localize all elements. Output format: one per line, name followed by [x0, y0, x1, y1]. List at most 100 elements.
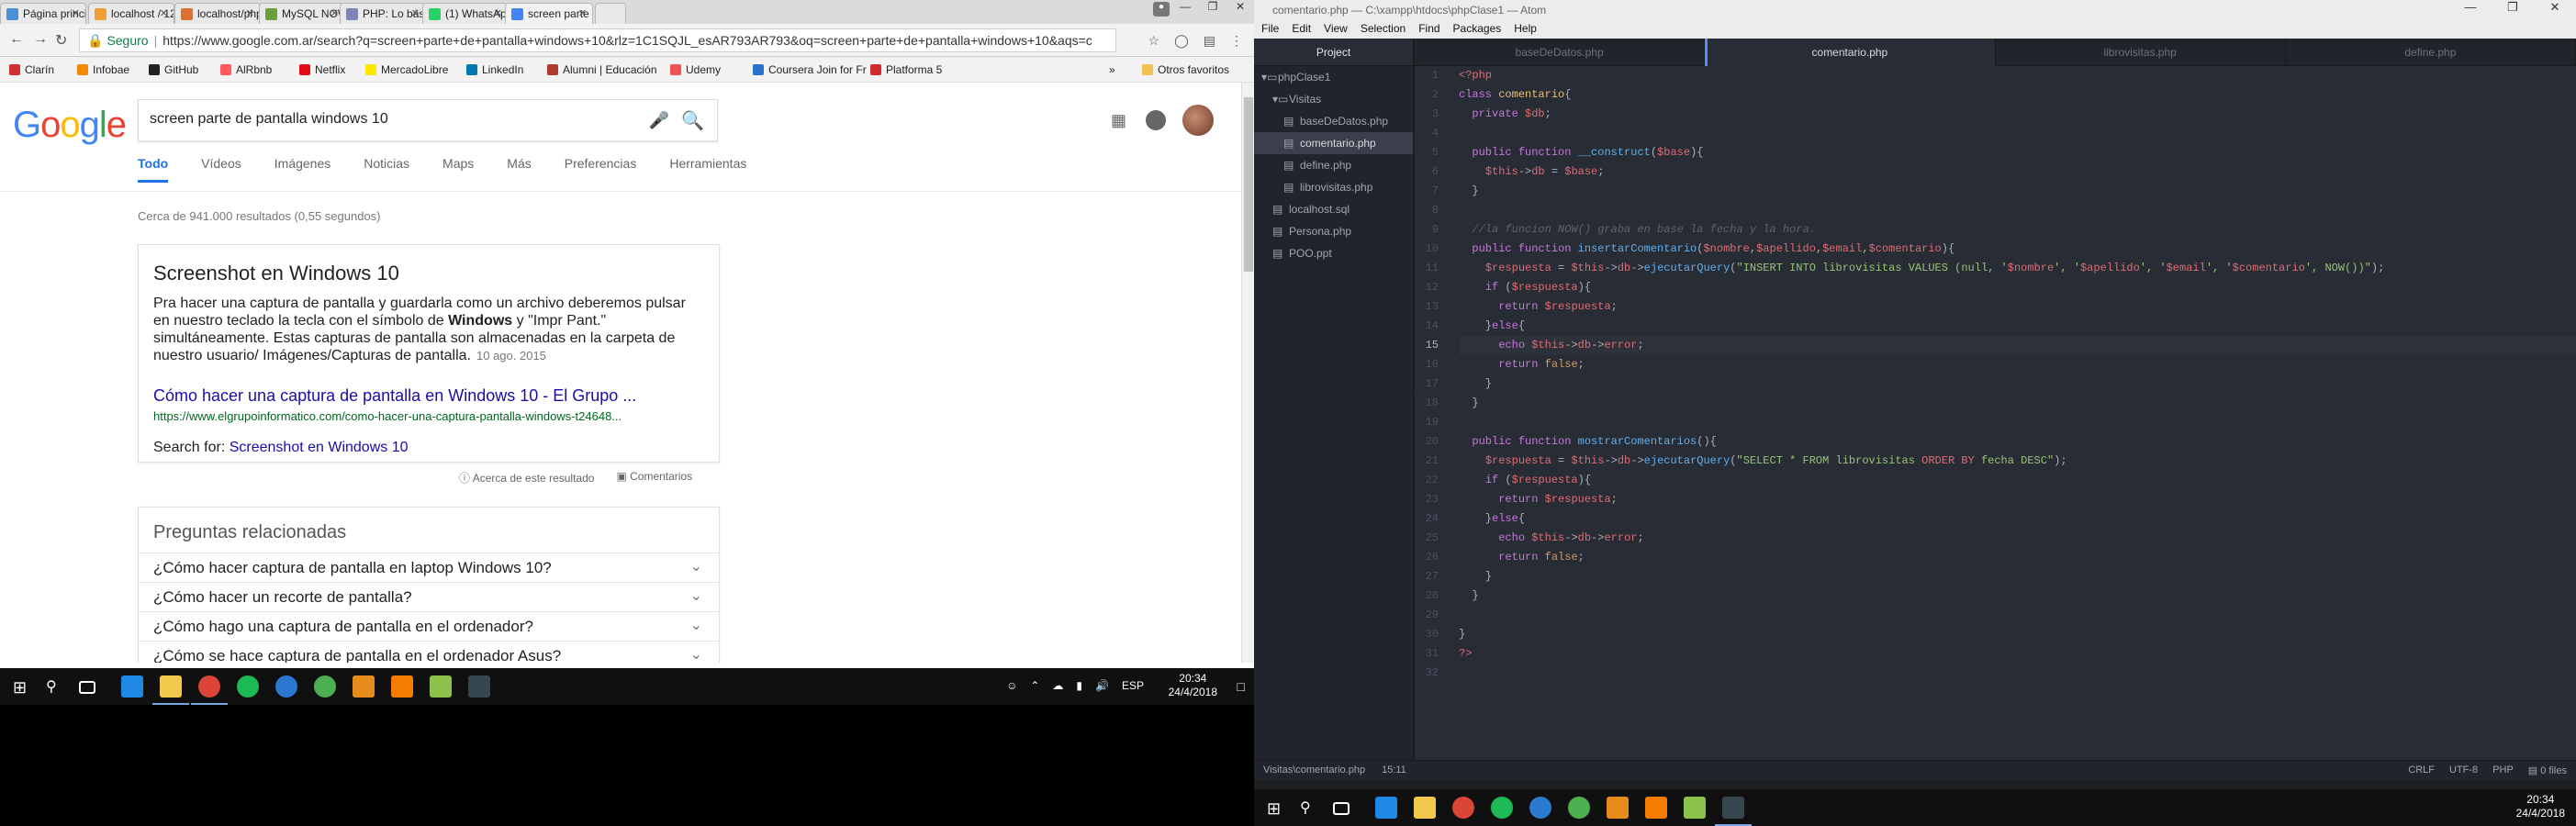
- editor-tab[interactable]: baseDeDatos.php: [1415, 39, 1706, 66]
- search-tab[interactable]: Preferencias: [565, 156, 637, 183]
- maximize-button[interactable]: ❐: [2492, 0, 2534, 15]
- minimize-button[interactable]: —: [2449, 0, 2492, 15]
- bookmark[interactable]: Alumni | Educación: [547, 63, 657, 76]
- explorer-icon[interactable]: [160, 675, 182, 698]
- chrome-icon[interactable]: [1452, 797, 1474, 819]
- tree-folder[interactable]: ▾▭phpClase1: [1254, 66, 1413, 88]
- clock[interactable]: 20:34 24/4/2018: [2516, 793, 2565, 820]
- extension-icon[interactable]: ◯: [1174, 33, 1189, 49]
- extension-icon-2[interactable]: ▤: [1204, 33, 1215, 49]
- edge-icon[interactable]: [121, 675, 143, 698]
- tree-file[interactable]: ▤ baseDeDatos.php: [1254, 110, 1413, 132]
- atom-taskbar-icon[interactable]: [468, 675, 490, 698]
- search-tab[interactable]: Herramientas: [669, 156, 746, 183]
- search-tab[interactable]: Todo: [138, 156, 169, 183]
- tree-header[interactable]: Project: [1254, 39, 1413, 66]
- menu-item[interactable]: View: [1324, 22, 1348, 37]
- related-question[interactable]: ¿Cómo hacer un recorte de pantalla? ⌄: [139, 582, 719, 611]
- app-icon[interactable]: [1568, 797, 1590, 819]
- git-icon[interactable]: [1684, 797, 1706, 819]
- close-button[interactable]: ✕: [1226, 0, 1254, 18]
- spotify-icon[interactable]: [1491, 797, 1513, 819]
- new-tab-button[interactable]: [595, 3, 626, 24]
- battery-icon[interactable]: ▮: [1076, 679, 1082, 692]
- related-question[interactable]: ¿Cómo hacer captura de pantalla en lapto…: [139, 553, 719, 582]
- language-indicator[interactable]: ESP: [1122, 679, 1144, 692]
- close-tab-icon[interactable]: ✕: [246, 7, 254, 19]
- star-icon[interactable]: ☆: [1148, 33, 1160, 49]
- menu-item[interactable]: File: [1261, 22, 1279, 37]
- address-bar[interactable]: 🔒 Seguro | https://www.google.com.ar/search…: [79, 28, 1116, 52]
- tree-file[interactable]: ▤ librovisitas.php: [1254, 176, 1413, 198]
- close-tab-icon[interactable]: ✕: [578, 7, 587, 19]
- volume-icon[interactable]: 🔊: [1095, 679, 1109, 692]
- code-editor[interactable]: 1 2 3 4 5 6 7 8 9 10 11 12 13 14 15 16 17 18 19 20 21 22 23 24 2…: [1415, 66, 2576, 760]
- search-input[interactable]: screen parte de pantalla windows 10 🎤 🔍: [138, 99, 718, 141]
- windows-start-icon[interactable]: ⊞: [1267, 799, 1281, 819]
- app-icon[interactable]: [314, 675, 336, 698]
- tree-folder[interactable]: ▾▭Visitas: [1254, 88, 1413, 110]
- forward-icon[interactable]: →: [33, 31, 48, 48]
- status-git-files[interactable]: ▤ 0 files: [2528, 765, 2567, 776]
- browser-tab[interactable]: screen parte de pa✕: [505, 3, 593, 24]
- cloud-icon[interactable]: ☁: [1052, 679, 1063, 692]
- snippet-link[interactable]: Cómo hacer una captura de pantalla en Wi…: [153, 386, 704, 406]
- avatar[interactable]: [1182, 105, 1214, 136]
- spotify-icon[interactable]: [237, 675, 259, 698]
- menu-item[interactable]: Packages: [1453, 22, 1502, 37]
- apps-grid-icon[interactable]: ▦: [1111, 111, 1129, 129]
- tree-file[interactable]: ▤ Persona.php: [1254, 220, 1413, 242]
- xampp-icon[interactable]: [391, 675, 413, 698]
- maps-icon[interactable]: [1529, 797, 1551, 819]
- tree-file[interactable]: ▤ define.php: [1254, 154, 1413, 176]
- browser-tab[interactable]: (1) WhatsApp ✕: [422, 3, 509, 24]
- people-icon[interactable]: ☺: [1006, 679, 1017, 692]
- sublime-icon[interactable]: [1607, 797, 1629, 819]
- task-view-icon[interactable]: [79, 681, 95, 694]
- edge-icon[interactable]: [1375, 797, 1397, 819]
- close-button[interactable]: ✕: [2534, 0, 2576, 15]
- comments-link[interactable]: ▣ Comentarios: [616, 470, 692, 486]
- editor-tab[interactable]: librovisitas.php: [1996, 39, 2286, 66]
- status-line-ending[interactable]: CRLF: [2408, 765, 2435, 776]
- search-icon[interactable]: 🔍: [681, 109, 704, 132]
- xampp-icon[interactable]: [1645, 797, 1667, 819]
- windows-start-icon[interactable]: ⊞: [13, 678, 27, 698]
- browser-tab[interactable]: Página principal - D✕: [0, 3, 86, 24]
- bookmark[interactable]: GitHub: [149, 63, 198, 76]
- search-tab[interactable]: Imágenes: [274, 156, 330, 183]
- menu-item[interactable]: Help: [1514, 22, 1537, 37]
- browser-tab[interactable]: PHP: Lo básico - M✕: [340, 3, 426, 24]
- maximize-button[interactable]: ❐: [1199, 0, 1226, 18]
- search-icon[interactable]: ⚲: [1300, 798, 1322, 820]
- search-icon[interactable]: ⚲: [46, 677, 68, 699]
- search-tab[interactable]: Noticias: [364, 156, 409, 183]
- about-result-link[interactable]: ⓘ Acerca de este resultado: [459, 470, 594, 486]
- atom-taskbar-icon[interactable]: [1722, 797, 1744, 819]
- clock[interactable]: 20:34 24/4/2018: [1169, 672, 1217, 699]
- bookmark[interactable]: AlRbnb: [220, 63, 272, 76]
- editor-tab[interactable]: define.php: [2286, 39, 2576, 66]
- menu-item[interactable]: Edit: [1292, 22, 1311, 37]
- profile-badge[interactable]: ●: [1152, 2, 1170, 17]
- bookmark[interactable]: Otros favoritos: [1142, 63, 1229, 76]
- chrome-icon[interactable]: [198, 675, 220, 698]
- browser-tab[interactable]: MySQL NOW() Fun✕: [259, 3, 345, 24]
- explorer-icon[interactable]: [1414, 797, 1436, 819]
- close-tab-icon[interactable]: ✕: [330, 7, 339, 19]
- status-encoding[interactable]: UTF-8: [2449, 765, 2478, 776]
- close-tab-icon[interactable]: ✕: [72, 7, 80, 19]
- tree-file[interactable]: ▤ POO.ppt: [1254, 242, 1413, 264]
- search-tab[interactable]: Más: [507, 156, 531, 183]
- related-question[interactable]: ¿Cómo hago una captura de pantalla en el…: [139, 611, 719, 641]
- menu-item[interactable]: Selection: [1361, 22, 1406, 37]
- search-tab[interactable]: Maps: [442, 156, 474, 183]
- close-tab-icon[interactable]: ✕: [160, 7, 168, 19]
- bookmark[interactable]: Coursera Join for Fr: [753, 63, 867, 76]
- task-view-icon[interactable]: [1333, 802, 1350, 815]
- tree-file[interactable]: ▤ localhost.sql: [1254, 198, 1413, 220]
- close-tab-icon[interactable]: ✕: [411, 7, 420, 19]
- google-logo[interactable]: Google: [13, 105, 127, 146]
- scrollbar-thumb[interactable]: [1244, 97, 1253, 272]
- microphone-icon[interactable]: 🎤: [649, 111, 669, 130]
